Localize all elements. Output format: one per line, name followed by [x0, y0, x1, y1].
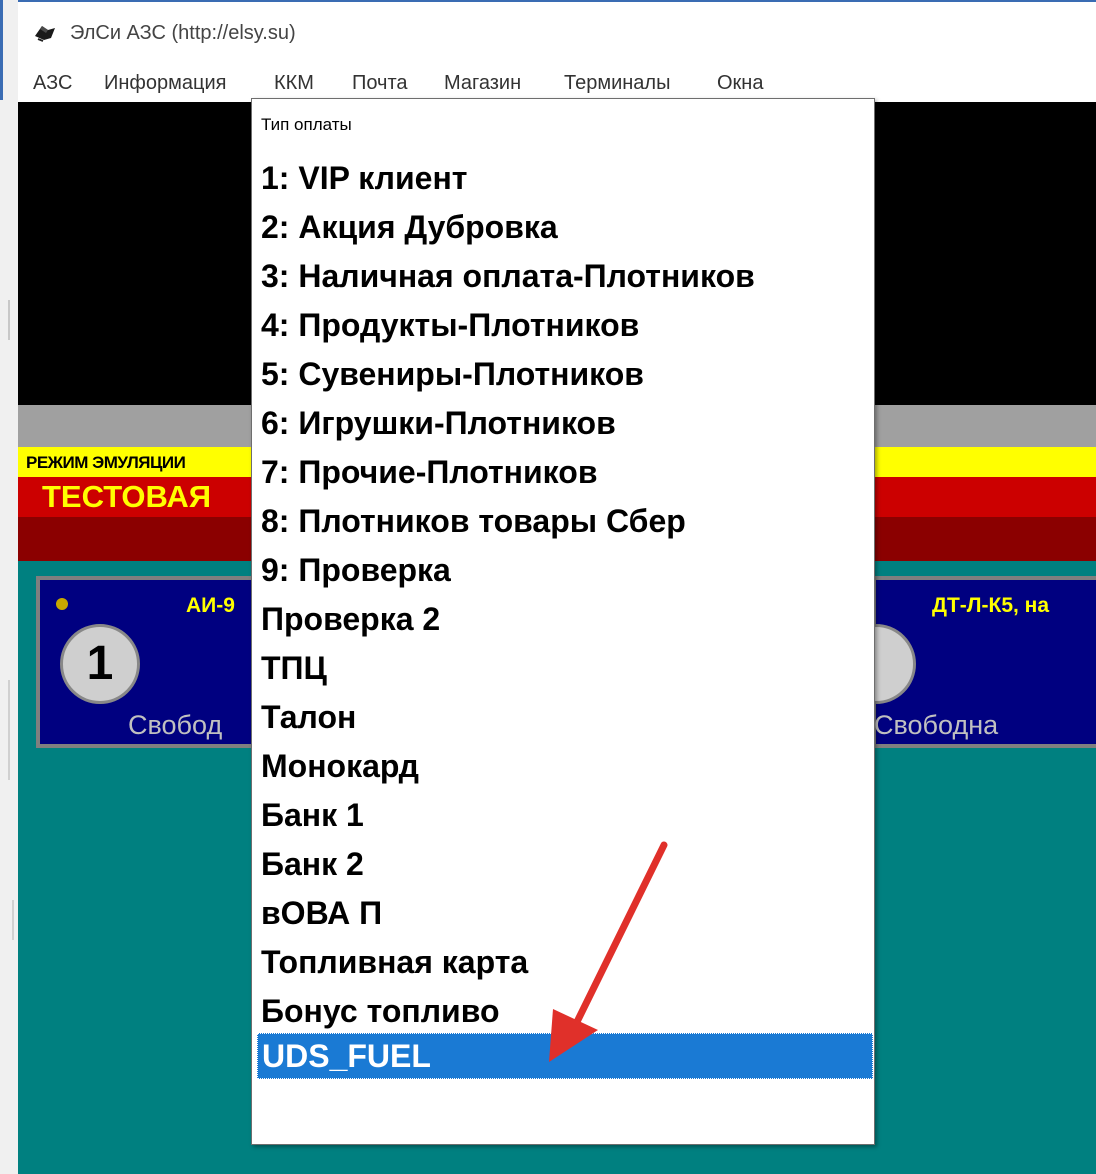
test-mode-label: ТЕСТОВАЯ: [42, 479, 212, 514]
menu-kkm[interactable]: ККМ: [274, 72, 314, 95]
payment-option[interactable]: 5: Сувениры-Плотников: [257, 352, 873, 398]
pump-status: Свобод: [128, 710, 223, 740]
window-accent-strip: [0, 0, 3, 100]
menu-terminals[interactable]: Терминалы: [564, 72, 670, 95]
payment-option[interactable]: 4: Продукты-Плотников: [257, 303, 873, 349]
payment-option[interactable]: Монокард: [257, 744, 873, 790]
menu-information[interactable]: Информация: [104, 72, 226, 95]
payment-option[interactable]: 8: Плотников товары Сбер: [257, 499, 873, 545]
window-title: ЭлСи АЗС (http://elsy.su): [70, 22, 296, 44]
menu-azs[interactable]: АЗС: [33, 72, 72, 95]
payment-option[interactable]: Банк 2: [257, 842, 873, 888]
payment-option[interactable]: Топливная карта: [257, 940, 873, 986]
window-left-frame: [0, 0, 18, 1174]
frame-divider: [12, 900, 14, 940]
payment-option[interactable]: 2: Акция Дубровка: [257, 205, 873, 251]
payment-option-selected[interactable]: UDS_FUEL: [257, 1033, 873, 1079]
menu-shop[interactable]: Магазин: [444, 72, 521, 95]
payment-option[interactable]: 6: Игрушки-Плотников: [257, 401, 873, 447]
payment-option[interactable]: Банк 1: [257, 793, 873, 839]
pump-card-1[interactable]: 1 АИ-9 Свобод: [36, 576, 256, 748]
pump-status: Свободна: [874, 710, 999, 740]
payment-option[interactable]: 1: VIP клиент: [257, 156, 873, 202]
app-logo-icon: [35, 26, 55, 42]
menu-windows[interactable]: Окна: [717, 72, 763, 95]
frame-divider: [8, 680, 10, 780]
pump-card-2[interactable]: ДТ-Л-К5, на Свободна: [836, 576, 1096, 748]
payment-option[interactable]: Талон: [257, 695, 873, 741]
emulation-mode-label: РЕЖИМ ЭМУЛЯЦИИ: [26, 453, 186, 472]
frame-divider: [8, 300, 10, 340]
payment-option[interactable]: 9: Проверка: [257, 548, 873, 594]
popup-header: Тип оплаты: [261, 115, 352, 134]
payment-option[interactable]: вОВА П: [257, 891, 873, 937]
payment-type-popup: Тип оплаты 1: VIP клиент 2: Акция Дубров…: [251, 98, 875, 1145]
pump-fuel-label: АИ-9: [186, 594, 235, 617]
payment-option[interactable]: 7: Прочие-Плотников: [257, 450, 873, 496]
pump-indicator-icon: [56, 598, 68, 610]
pump-fuel-label: ДТ-Л-К5, на: [932, 594, 1050, 617]
payment-option[interactable]: Бонус топливо: [257, 989, 873, 1035]
menu-mail[interactable]: Почта: [352, 72, 408, 95]
title-bar: ЭлСи АЗС (http://elsy.su): [18, 0, 1096, 64]
payment-option[interactable]: Проверка 2: [257, 597, 873, 643]
payment-option[interactable]: ТПЦ: [257, 646, 873, 692]
pump-number-badge: 1: [60, 624, 140, 704]
menu-bar: АЗС Информация ККМ Почта Магазин Термина…: [18, 64, 1096, 102]
payment-option[interactable]: 3: Наличная оплата-Плотников: [257, 254, 873, 300]
